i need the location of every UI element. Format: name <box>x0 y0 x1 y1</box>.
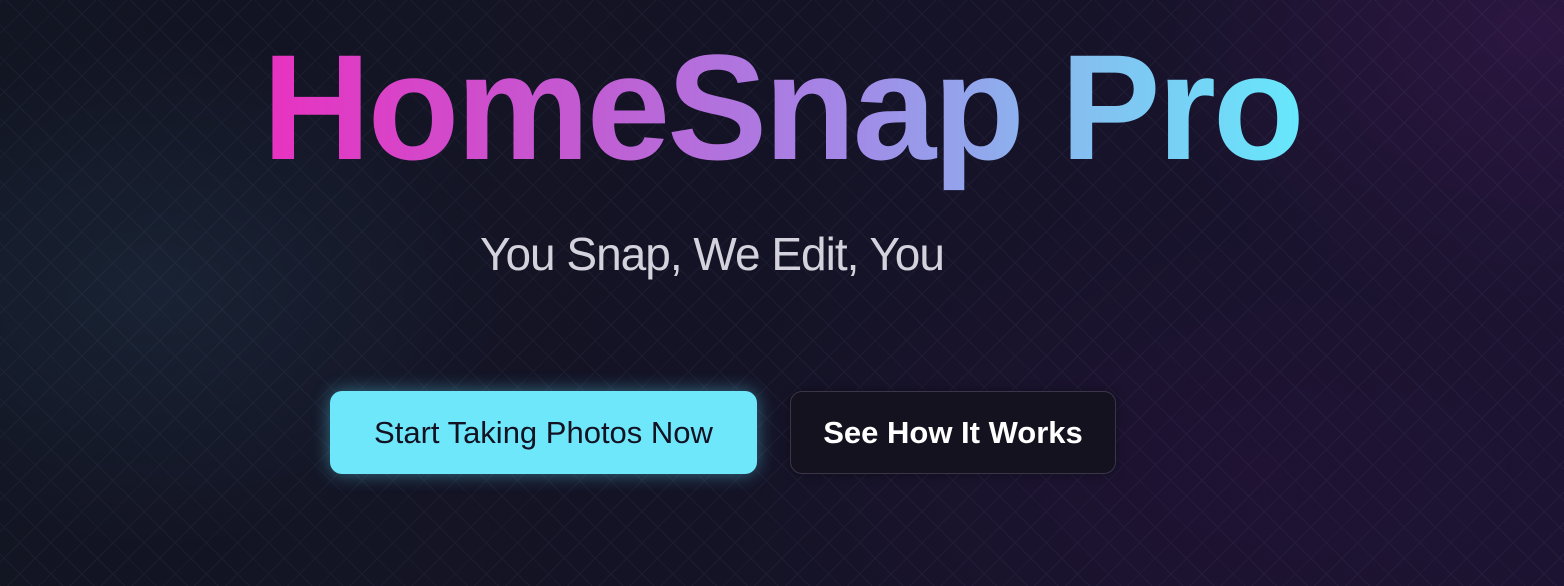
hero-section: HomeSnap Pro You Snap, We Edit, You Star… <box>0 0 1564 586</box>
see-how-it-works-button-label: See How It Works <box>823 414 1083 450</box>
start-taking-photos-button[interactable]: Start Taking Photos Now <box>330 391 757 474</box>
start-taking-photos-button-label: Start Taking Photos Now <box>374 414 713 450</box>
see-how-it-works-button[interactable]: See How It Works <box>790 391 1116 474</box>
hero-title-text: HomeSnap Pro <box>262 23 1304 191</box>
hero-subtitle: You Snap, We Edit, You <box>480 228 945 280</box>
hero-title: HomeSnap Pro <box>0 22 1564 192</box>
